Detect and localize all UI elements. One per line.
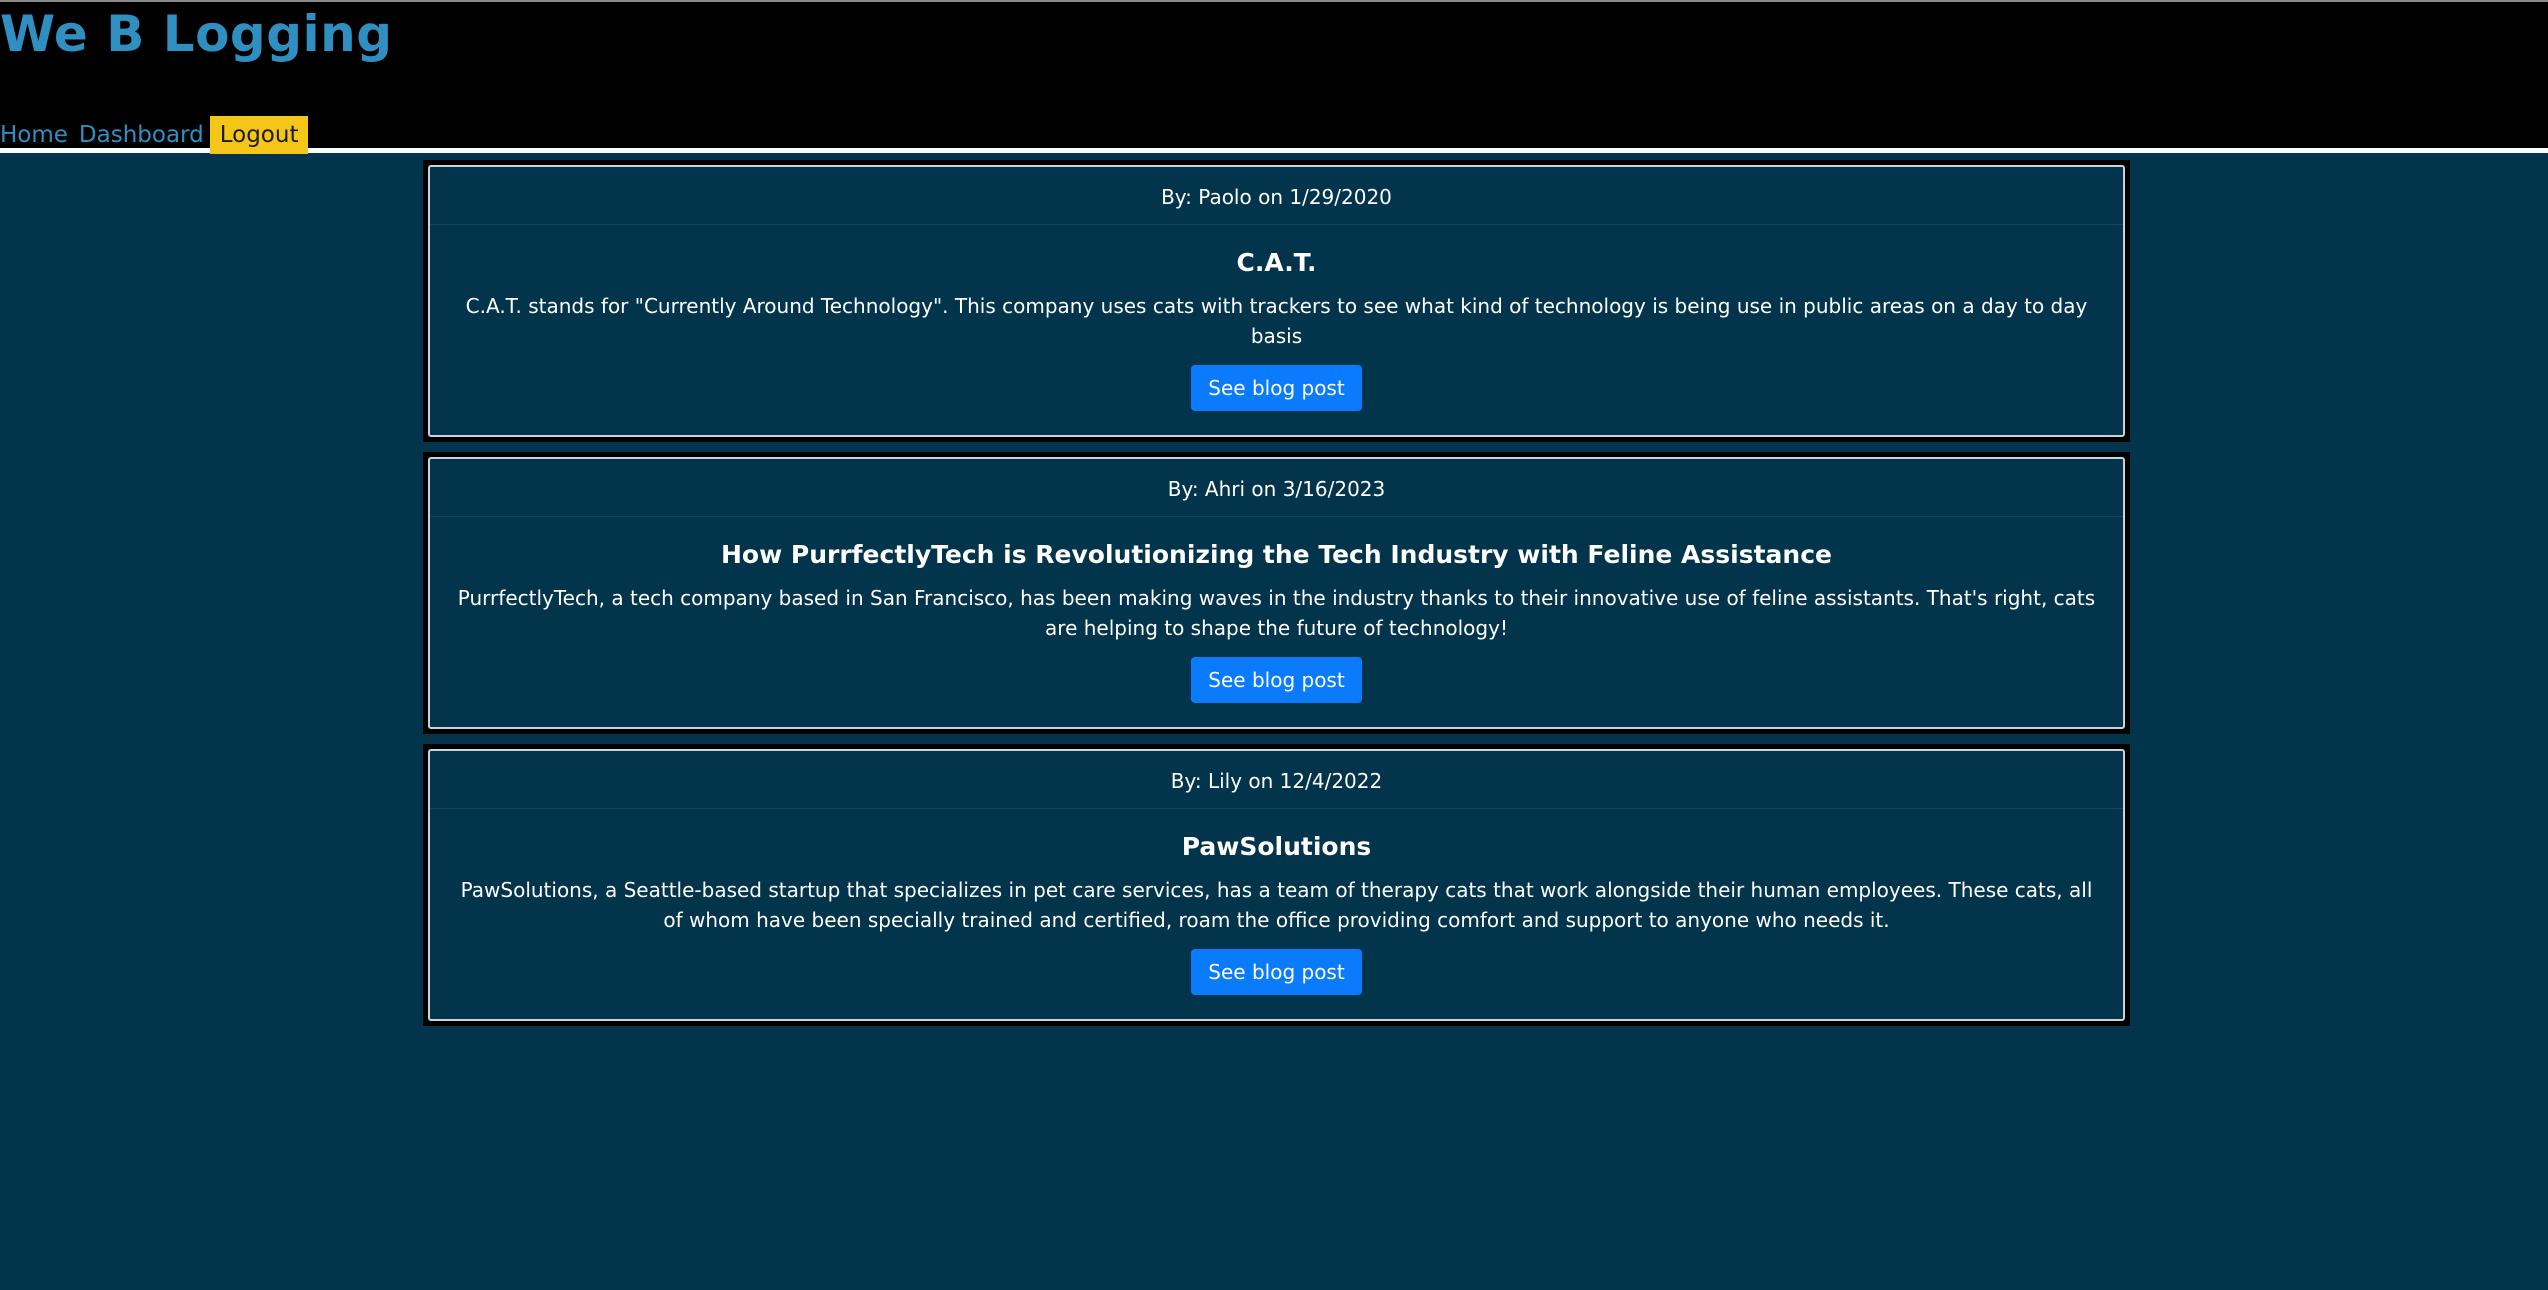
post-card-inner: By: Paolo on 1/29/2020 C.A.T. C.A.T. sta… [428,165,2125,437]
post-card-inner: By: Lily on 12/4/2022 PawSolutions PawSo… [428,749,2125,1021]
site-header: We B Logging Home Dashboard Logout [0,0,2548,154]
post-body: C.A.T. C.A.T. stands for "Currently Arou… [430,225,2123,435]
post-excerpt: PawSolutions, a Seattle-based startup th… [460,878,2093,932]
post-excerpt: PurrfectlyTech, a tech company based in … [457,586,2096,640]
post-meta: By: Paolo on 1/29/2020 [430,167,2123,225]
post-card: By: Paolo on 1/29/2020 C.A.T. C.A.T. sta… [423,160,2130,442]
main-nav: Home Dashboard Logout [0,116,309,154]
post-title: C.A.T. [1236,248,1317,277]
logout-button[interactable]: Logout [209,116,309,154]
post-card: By: Ahri on 3/16/2023 How PurrfectlyTech… [423,452,2130,734]
see-blog-post-button[interactable]: See blog post [1191,949,1362,995]
post-meta: By: Ahri on 3/16/2023 [430,459,2123,517]
see-blog-post-button[interactable]: See blog post [1191,365,1362,411]
post-title: How PurrfectlyTech is Revolutionizing th… [721,540,1832,569]
post-card: By: Lily on 12/4/2022 PawSolutions PawSo… [423,744,2130,1026]
post-meta: By: Lily on 12/4/2022 [430,751,2123,809]
nav-home-link[interactable]: Home [0,116,68,154]
post-body: How PurrfectlyTech is Revolutionizing th… [430,517,2123,727]
see-blog-post-button[interactable]: See blog post [1191,657,1362,703]
post-list: By: Paolo on 1/29/2020 C.A.T. C.A.T. sta… [423,160,2130,1036]
post-body: PawSolutions PawSolutions, a Seattle-bas… [430,809,2123,1019]
site-title: We B Logging [0,5,393,63]
post-title: PawSolutions [1181,832,1372,861]
nav-dashboard-link[interactable]: Dashboard [79,116,204,154]
post-excerpt: C.A.T. stands for "Currently Around Tech… [465,294,2088,348]
post-card-inner: By: Ahri on 3/16/2023 How PurrfectlyTech… [428,457,2125,729]
